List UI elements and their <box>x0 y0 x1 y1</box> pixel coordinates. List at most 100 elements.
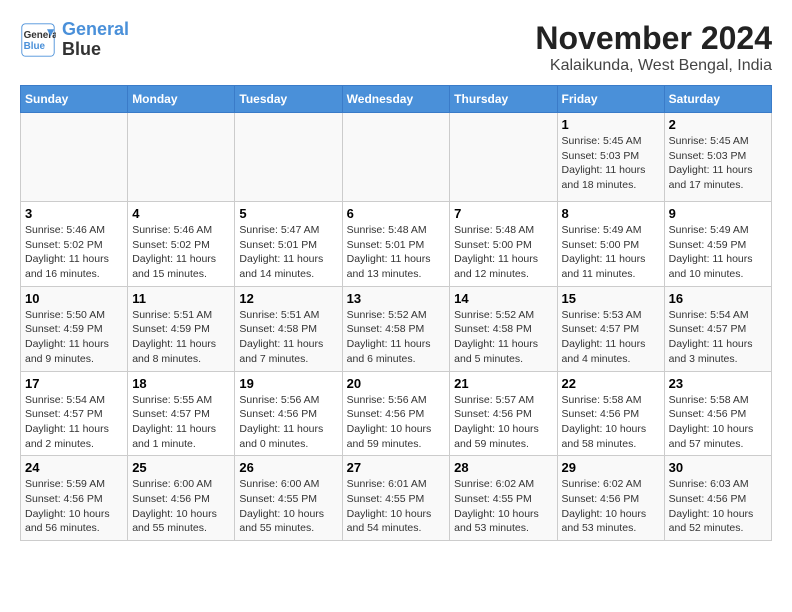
day-number: 21 <box>454 376 552 391</box>
day-detail: Sunrise: 5:55 AM Sunset: 4:57 PM Dayligh… <box>132 393 230 452</box>
day-number: 11 <box>132 291 230 306</box>
day-number: 27 <box>347 460 446 475</box>
day-detail: Sunrise: 5:46 AM Sunset: 5:02 PM Dayligh… <box>132 223 230 282</box>
calendar-cell: 27 Sunrise: 6:01 AM Sunset: 4:55 PM Dayli… <box>342 456 450 541</box>
calendar-cell: 6 Sunrise: 5:48 AM Sunset: 5:01 PM Daylig… <box>342 202 450 287</box>
calendar-cell: 15Sunrise: 5:53 AM Sunset: 4:57 PM Dayli… <box>557 286 664 371</box>
calendar-cell: 19 Sunrise: 5:56 AM Sunset: 4:56 PM Dayli… <box>235 371 342 456</box>
day-detail: Sunrise: 5:50 AM Sunset: 4:59 PM Dayligh… <box>25 308 123 367</box>
day-number: 28 <box>454 460 552 475</box>
day-detail: Sunrise: 5:49 AM Sunset: 4:59 PM Dayligh… <box>669 223 767 282</box>
day-detail: Sunrise: 6:03 AM Sunset: 4:56 PM Dayligh… <box>669 477 767 536</box>
calendar-cell: 7 Sunrise: 5:48 AM Sunset: 5:00 PM Daylig… <box>450 202 557 287</box>
header-thursday: Thursday <box>450 86 557 113</box>
day-number: 19 <box>239 376 337 391</box>
calendar-cell: 14Sunrise: 5:52 AM Sunset: 4:58 PM Dayli… <box>450 286 557 371</box>
day-number: 25 <box>132 460 230 475</box>
day-detail: Sunrise: 5:49 AM Sunset: 5:00 PM Dayligh… <box>562 223 660 282</box>
week-row-3: 10Sunrise: 5:50 AM Sunset: 4:59 PM Dayli… <box>21 286 772 371</box>
day-number: 7 <box>454 206 552 221</box>
day-number: 17 <box>25 376 123 391</box>
calendar-cell: 17Sunrise: 5:54 AM Sunset: 4:57 PM Dayli… <box>21 371 128 456</box>
day-detail: Sunrise: 5:48 AM Sunset: 5:00 PM Dayligh… <box>454 223 552 282</box>
day-detail: Sunrise: 6:02 AM Sunset: 4:56 PM Dayligh… <box>562 477 660 536</box>
day-number: 29 <box>562 460 660 475</box>
day-number: 13 <box>347 291 446 306</box>
day-detail: Sunrise: 6:00 AM Sunset: 4:56 PM Dayligh… <box>132 477 230 536</box>
header-friday: Friday <box>557 86 664 113</box>
calendar-cell: 8 Sunrise: 5:49 AM Sunset: 5:00 PM Daylig… <box>557 202 664 287</box>
day-number: 8 <box>562 206 660 221</box>
calendar-cell: 25 Sunrise: 6:00 AM Sunset: 4:56 PM Dayli… <box>128 456 235 541</box>
day-number: 3 <box>25 206 123 221</box>
calendar-cell: 29 Sunrise: 6:02 AM Sunset: 4:56 PM Dayli… <box>557 456 664 541</box>
week-row-5: 24 Sunrise: 5:59 AM Sunset: 4:56 PM Dayli… <box>21 456 772 541</box>
day-detail: Sunrise: 5:58 AM Sunset: 4:56 PM Dayligh… <box>669 393 767 452</box>
svg-text:Blue: Blue <box>24 41 46 52</box>
calendar-cell <box>235 113 342 202</box>
calendar-cell <box>128 113 235 202</box>
calendar-cell: 1 Sunrise: 5:45 AM Sunset: 5:03 PM Daylig… <box>557 113 664 202</box>
day-number: 18 <box>132 376 230 391</box>
day-detail: Sunrise: 5:46 AM Sunset: 5:02 PM Dayligh… <box>25 223 123 282</box>
calendar-cell <box>450 113 557 202</box>
day-detail: Sunrise: 6:01 AM Sunset: 4:55 PM Dayligh… <box>347 477 446 536</box>
day-detail: Sunrise: 5:51 AM Sunset: 4:58 PM Dayligh… <box>239 308 337 367</box>
header-sunday: Sunday <box>21 86 128 113</box>
calendar-cell: 30 Sunrise: 6:03 AM Sunset: 4:56 PM Dayli… <box>664 456 771 541</box>
logo: General Blue GeneralBlue <box>20 20 129 60</box>
calendar-cell: 5 Sunrise: 5:47 AM Sunset: 5:01 PM Daylig… <box>235 202 342 287</box>
calendar-cell: 13Sunrise: 5:52 AM Sunset: 4:58 PM Dayli… <box>342 286 450 371</box>
logo-icon: General Blue <box>20 22 56 58</box>
calendar-cell: 21 Sunrise: 5:57 AM Sunset: 4:56 PM Dayli… <box>450 371 557 456</box>
day-number: 12 <box>239 291 337 306</box>
header-saturday: Saturday <box>664 86 771 113</box>
calendar-cell: 12 Sunrise: 5:51 AM Sunset: 4:58 PM Dayli… <box>235 286 342 371</box>
day-detail: Sunrise: 5:54 AM Sunset: 4:57 PM Dayligh… <box>669 308 767 367</box>
calendar-cell: 20 Sunrise: 5:56 AM Sunset: 4:56 PM Dayli… <box>342 371 450 456</box>
page-title: November 2024 <box>535 20 772 57</box>
calendar-cell: 11 Sunrise: 5:51 AM Sunset: 4:59 PM Dayli… <box>128 286 235 371</box>
day-detail: Sunrise: 5:59 AM Sunset: 4:56 PM Dayligh… <box>25 477 123 536</box>
day-detail: Sunrise: 5:58 AM Sunset: 4:56 PM Dayligh… <box>562 393 660 452</box>
day-number: 6 <box>347 206 446 221</box>
logo-text: GeneralBlue <box>62 20 129 60</box>
calendar-header-row: Sunday Monday Tuesday Wednesday Thursday… <box>21 86 772 113</box>
calendar-cell: 24 Sunrise: 5:59 AM Sunset: 4:56 PM Dayli… <box>21 456 128 541</box>
day-number: 30 <box>669 460 767 475</box>
week-row-2: 3 Sunrise: 5:46 AM Sunset: 5:02 PM Daylig… <box>21 202 772 287</box>
week-row-4: 17Sunrise: 5:54 AM Sunset: 4:57 PM Dayli… <box>21 371 772 456</box>
day-number: 2 <box>669 117 767 132</box>
header-tuesday: Tuesday <box>235 86 342 113</box>
day-detail: Sunrise: 5:56 AM Sunset: 4:56 PM Dayligh… <box>239 393 337 452</box>
day-detail: Sunrise: 6:02 AM Sunset: 4:55 PM Dayligh… <box>454 477 552 536</box>
day-number: 1 <box>562 117 660 132</box>
day-detail: Sunrise: 5:56 AM Sunset: 4:56 PM Dayligh… <box>347 393 446 452</box>
day-detail: Sunrise: 5:45 AM Sunset: 5:03 PM Dayligh… <box>669 134 767 193</box>
day-number: 16 <box>669 291 767 306</box>
calendar-cell: 18 Sunrise: 5:55 AM Sunset: 4:57 PM Dayli… <box>128 371 235 456</box>
calendar-cell: 3 Sunrise: 5:46 AM Sunset: 5:02 PM Daylig… <box>21 202 128 287</box>
day-detail: Sunrise: 5:45 AM Sunset: 5:03 PM Dayligh… <box>562 134 660 193</box>
title-block: November 2024 Kalaikunda, West Bengal, I… <box>535 20 772 75</box>
calendar-cell: 16 Sunrise: 5:54 AM Sunset: 4:57 PM Dayli… <box>664 286 771 371</box>
day-number: 24 <box>25 460 123 475</box>
day-number: 23 <box>669 376 767 391</box>
calendar-cell <box>21 113 128 202</box>
day-number: 14 <box>454 291 552 306</box>
day-detail: Sunrise: 5:48 AM Sunset: 5:01 PM Dayligh… <box>347 223 446 282</box>
day-number: 4 <box>132 206 230 221</box>
day-detail: Sunrise: 5:51 AM Sunset: 4:59 PM Dayligh… <box>132 308 230 367</box>
week-row-1: 1 Sunrise: 5:45 AM Sunset: 5:03 PM Daylig… <box>21 113 772 202</box>
day-number: 9 <box>669 206 767 221</box>
calendar-cell: 10Sunrise: 5:50 AM Sunset: 4:59 PM Dayli… <box>21 286 128 371</box>
day-number: 26 <box>239 460 337 475</box>
day-number: 5 <box>239 206 337 221</box>
day-detail: Sunrise: 5:57 AM Sunset: 4:56 PM Dayligh… <box>454 393 552 452</box>
day-detail: Sunrise: 5:47 AM Sunset: 5:01 PM Dayligh… <box>239 223 337 282</box>
page-subtitle: Kalaikunda, West Bengal, India <box>535 57 772 75</box>
calendar-cell: 22Sunrise: 5:58 AM Sunset: 4:56 PM Dayli… <box>557 371 664 456</box>
day-number: 20 <box>347 376 446 391</box>
day-number: 15 <box>562 291 660 306</box>
calendar-cell <box>342 113 450 202</box>
